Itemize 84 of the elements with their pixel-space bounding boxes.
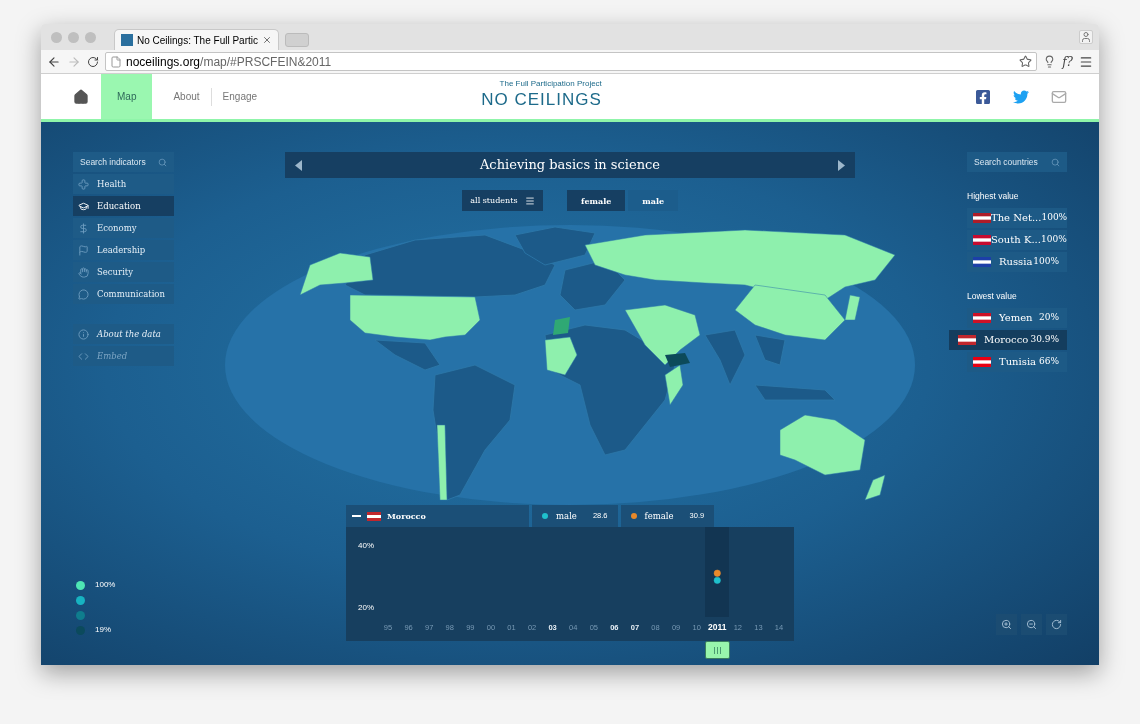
category-item[interactable]: Leadership (73, 240, 174, 260)
zoom-in-button[interactable] (996, 614, 1017, 635)
country-name: Russia (999, 255, 1034, 270)
world-map-drawing[interactable] (299, 226, 896, 501)
country-value: 100% (1033, 255, 1059, 268)
menu-icon[interactable] (1079, 54, 1093, 69)
close-icon[interactable] (262, 35, 272, 45)
list-heading: Highest value (967, 190, 1020, 203)
reload-icon[interactable] (87, 55, 99, 68)
reset-icon (1051, 619, 1062, 630)
country-row[interactable]: Russia 100% (967, 251, 1067, 272)
code-icon (78, 350, 89, 362)
search-icon[interactable] (158, 157, 167, 167)
category-item[interactable]: Security (73, 262, 174, 282)
reset-view-button[interactable] (1046, 614, 1067, 635)
economy-icon (78, 222, 89, 234)
user-icon[interactable] (1079, 30, 1093, 44)
zoom-out-button[interactable] (1021, 614, 1042, 635)
bookmark-star-icon[interactable] (1019, 55, 1033, 68)
page-icon (110, 55, 122, 68)
indicator-search-box[interactable]: Search indicators (73, 152, 174, 172)
category-item[interactable]: Education (73, 196, 174, 216)
legend-label: 100% (95, 579, 116, 591)
nav-link[interactable]: About (162, 74, 211, 119)
next-arrow-icon[interactable] (838, 159, 845, 171)
back-icon[interactable] (47, 54, 61, 69)
country-name: Tunisia (999, 355, 1038, 369)
country-row[interactable]: The Net...100% (967, 207, 1067, 228)
home-icon[interactable] (73, 88, 89, 105)
student-group-dropdown[interactable]: all students (461, 190, 543, 211)
menu-icon (524, 195, 535, 206)
data-link[interactable]: About the data (73, 324, 174, 344)
category-item[interactable]: Communication (73, 284, 174, 304)
twitter-icon[interactable] (1013, 88, 1029, 105)
country-search-box[interactable]: Search countries (967, 152, 1067, 172)
axis-label: 40% (358, 541, 374, 550)
country-row[interactable]: South K...100% (967, 229, 1067, 250)
previous-arrow-icon[interactable] (295, 159, 302, 171)
education-icon (78, 200, 89, 212)
category-item[interactable]: Economy (73, 218, 174, 238)
legend-label: 19% (95, 624, 111, 636)
country-value: 100% (1041, 211, 1068, 224)
country-row[interactable]: Yemen 20% (967, 307, 1067, 328)
communication-icon (78, 288, 89, 300)
country-name: Yemen (999, 311, 1034, 325)
zoom-in-icon (1001, 619, 1012, 630)
leadership-icon (78, 244, 89, 256)
year-label[interactable]: 2011 (708, 622, 727, 632)
country-row[interactable]: Tunisia 66% (967, 351, 1067, 372)
address-field[interactable]: noceilings.org/map/#PRSCFEIN&2011 (105, 52, 1038, 71)
readout-country: Morocco (387, 510, 426, 522)
zoom-out-icon (1026, 619, 1037, 630)
extension-button[interactable]: f? (1062, 52, 1073, 71)
search-icon[interactable] (1051, 157, 1060, 167)
indicator-title: Achieving basics in science (479, 156, 661, 175)
country-value: 100% (1040, 233, 1067, 246)
country-name: Morocco (984, 333, 1030, 347)
series-name: female (644, 509, 674, 523)
year-slider-handle[interactable] (704, 641, 730, 659)
country-value: 20% (1039, 310, 1059, 324)
gender-tab[interactable]: female (566, 190, 626, 211)
axis-label: 20% (358, 603, 374, 612)
info-icon (78, 328, 89, 340)
logo-tagline: The Full Participation Project (499, 78, 602, 88)
mail-icon[interactable] (1051, 88, 1067, 105)
country-row[interactable]: Morocco 30.9% (949, 329, 1067, 350)
country-name: South K... (991, 233, 1041, 248)
tab-title: No Ceilings: The Full Partic (137, 33, 258, 48)
facebook-icon[interactable] (975, 88, 991, 105)
category-item[interactable]: Health (73, 174, 174, 194)
gender-tab[interactable]: male (628, 190, 679, 211)
health-icon (78, 178, 89, 190)
security-icon (78, 266, 89, 278)
series-name: male (556, 509, 577, 523)
browser-tab[interactable]: No Ceilings: The Full Partic (114, 29, 279, 50)
country-value: 66% (1039, 354, 1059, 368)
country-value: 30.9% (1030, 332, 1059, 346)
nav-link[interactable]: Map (101, 74, 153, 119)
favicon-icon (121, 34, 133, 46)
country-name: The Net... (991, 211, 1042, 226)
url-text: noceilings.org/map/#PRSCFEIN&2011 (126, 53, 332, 71)
nav-link[interactable]: Engage (211, 74, 269, 119)
logo-wordmark: NO CEILINGS (481, 90, 602, 109)
list-heading: Lowest value (967, 289, 1018, 303)
